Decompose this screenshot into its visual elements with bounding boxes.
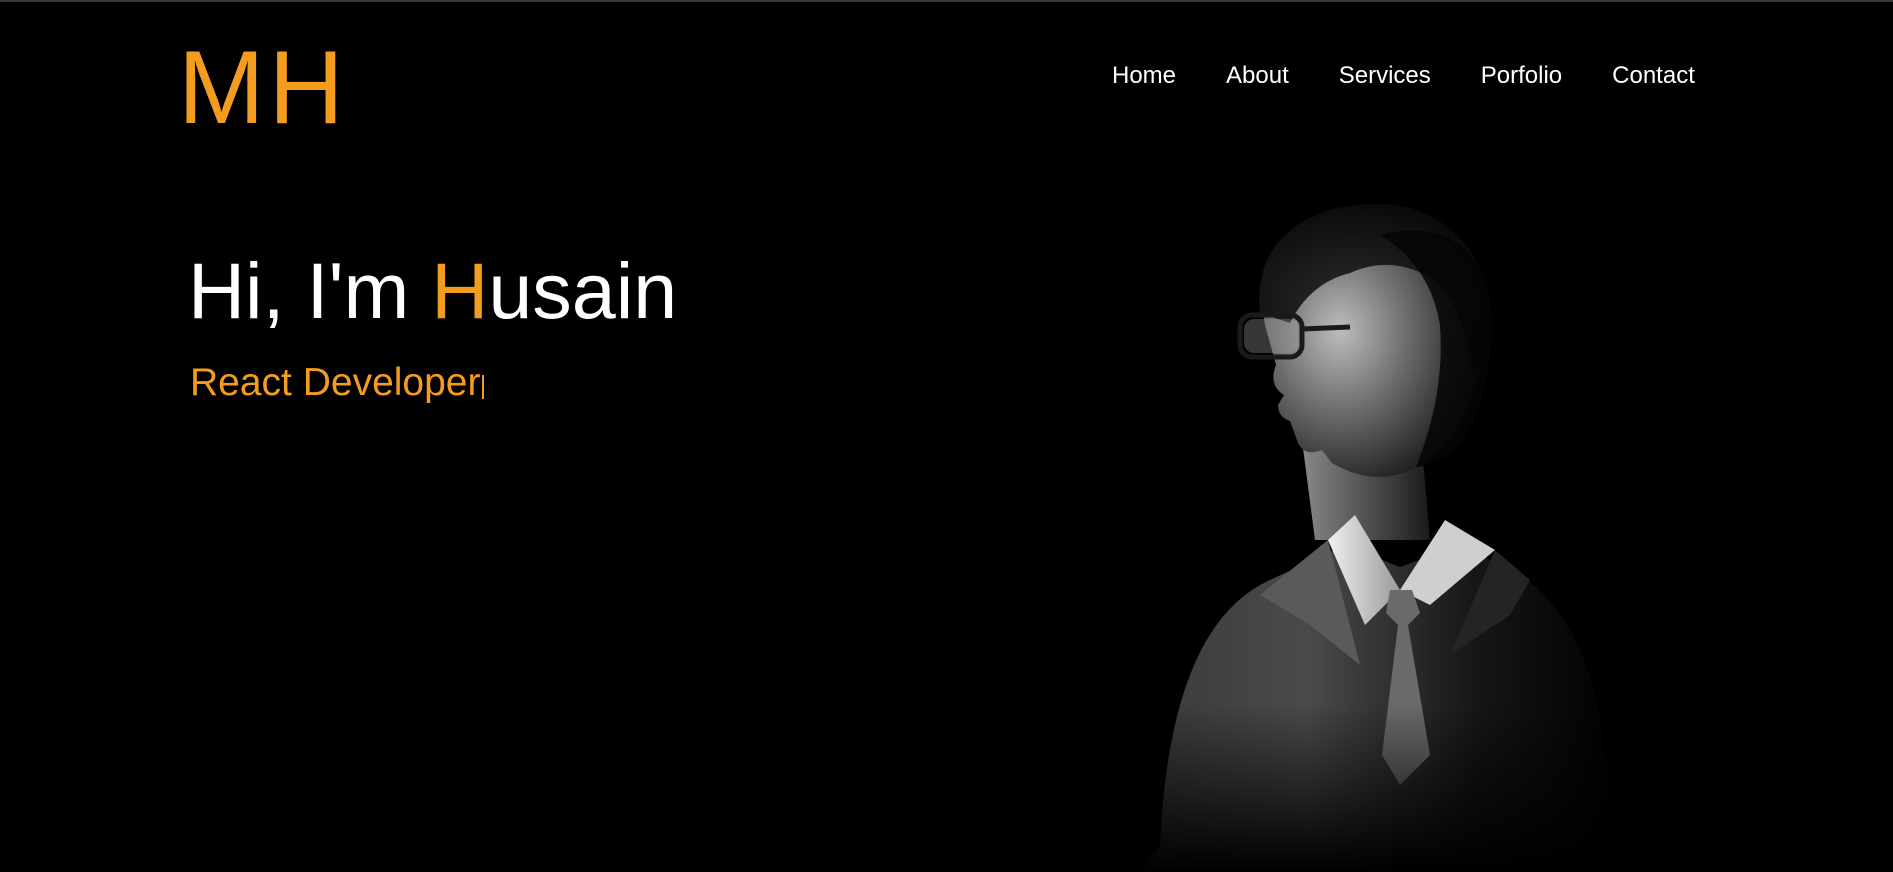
nav-item-home[interactable]: Home — [1112, 60, 1176, 92]
logo[interactable]: MH — [178, 36, 348, 140]
typing-caret — [482, 375, 485, 399]
main-nav: Home About Services Porfolio Contact — [1112, 60, 1695, 92]
hero-role-text: React Developer — [190, 361, 481, 404]
hero-title: Hi, I'm Husain — [188, 246, 677, 336]
hero-name-rest: usain — [488, 246, 678, 335]
nav-item-contact[interactable]: Contact — [1612, 60, 1695, 92]
hero-role: React Developer — [190, 360, 485, 406]
nav-item-about[interactable]: About — [1226, 60, 1289, 92]
portrait-photo-image — [1100, 195, 1660, 872]
nav-item-portfolio[interactable]: Porfolio — [1481, 60, 1562, 92]
page: MH Home About Services Porfolio Contact … — [0, 0, 1893, 872]
nav-item-services[interactable]: Services — [1339, 60, 1431, 92]
hero-name-initial: H — [431, 246, 489, 335]
hero-greeting: Hi, I'm — [188, 246, 432, 335]
top-border — [0, 0, 1893, 2]
